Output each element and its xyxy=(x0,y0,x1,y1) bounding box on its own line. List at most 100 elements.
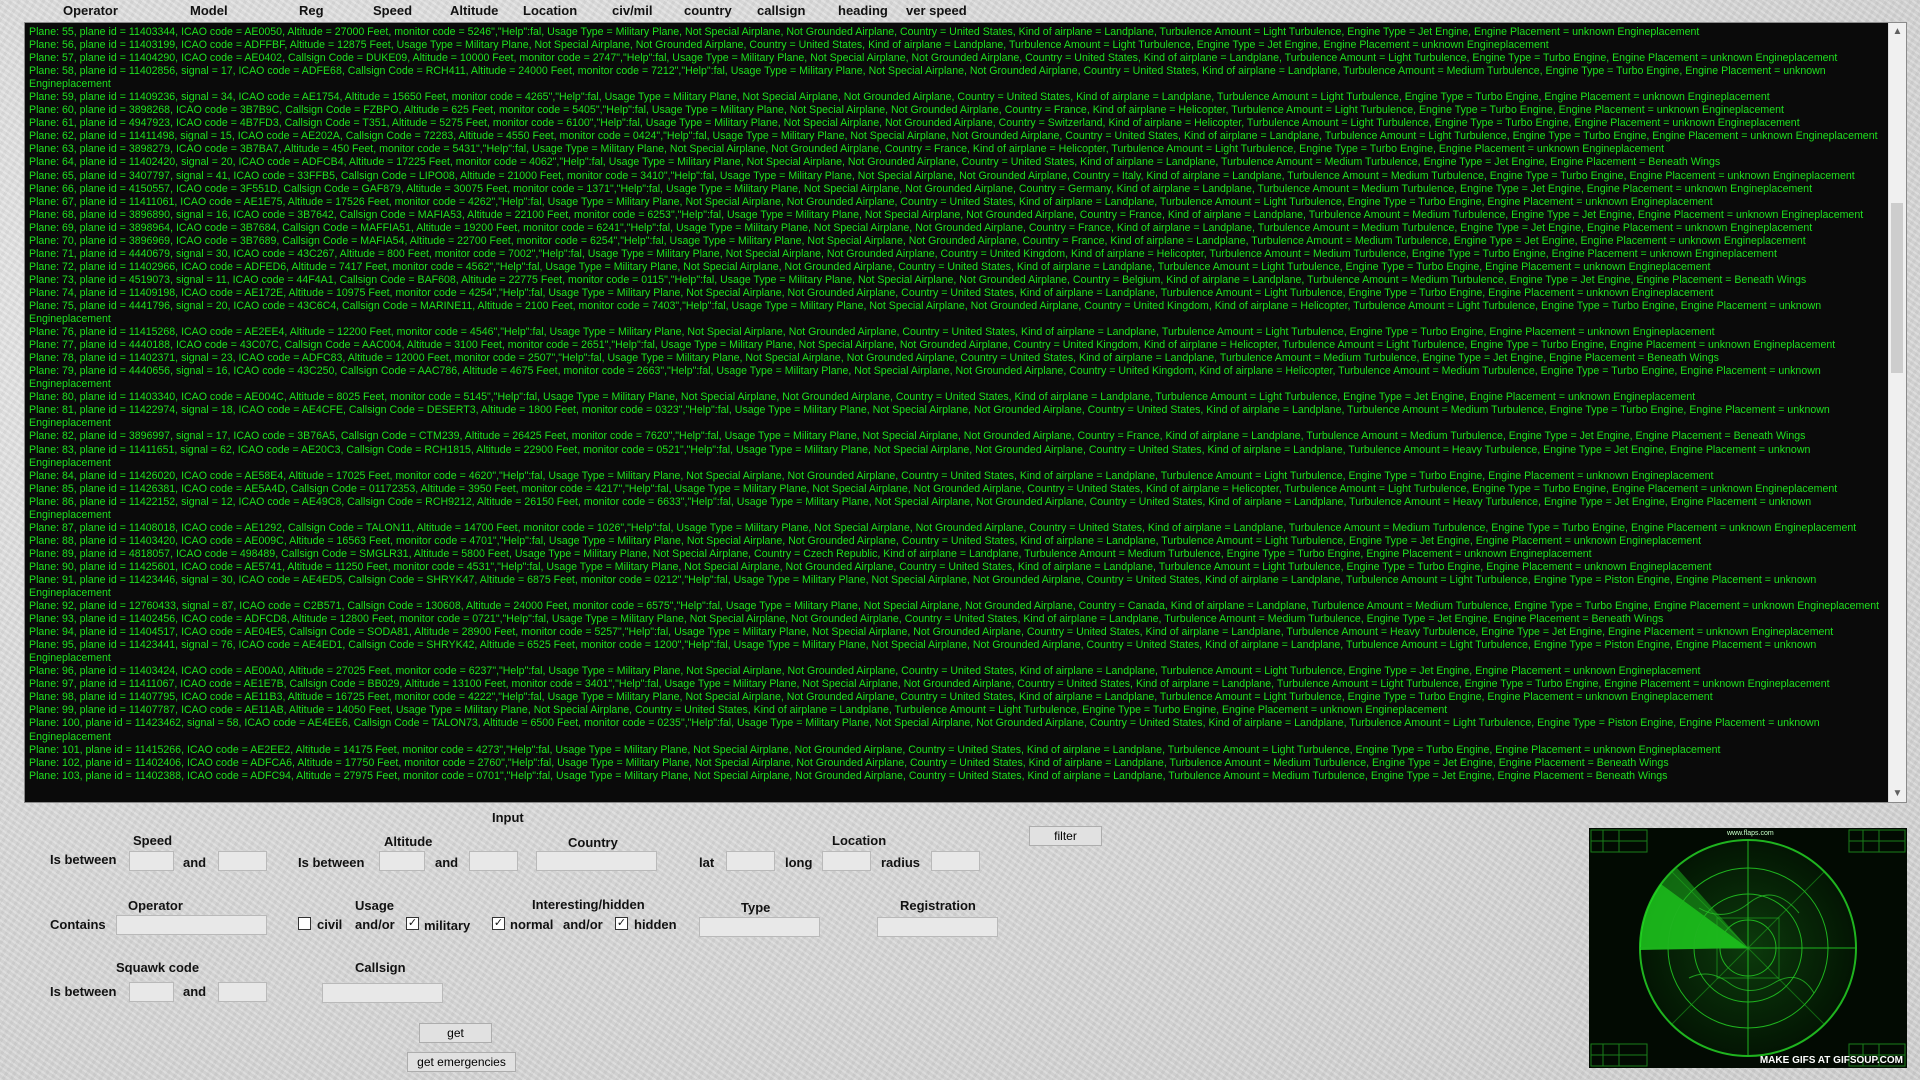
scroll-up-icon[interactable]: ▲ xyxy=(1889,23,1906,40)
log-line: Plane: 74, plane id = 11409198, ICAO cod… xyxy=(29,286,1714,299)
civil-checkbox[interactable] xyxy=(298,917,311,930)
interesting-andor: and/or xyxy=(563,917,603,932)
log-line: Plane: 84, plane id = 11426020, ICAO cod… xyxy=(29,469,1714,482)
speed-prefix: Is between xyxy=(50,852,117,867)
speed-max-input[interactable] xyxy=(218,851,267,871)
radar-display: www.flaps.com MAKE GIFS AT GIFSOUP.COM xyxy=(1589,828,1907,1068)
log-line: Plane: 76, plane id = 11415268, ICAO cod… xyxy=(29,326,1715,339)
log-line: Plane: 69, plane id = 3898964, ICAO code… xyxy=(29,221,1813,234)
plane-log-textbox[interactable]: Plane: 55, plane id = 11403344, ICAO cod… xyxy=(24,22,1907,803)
log-line: Plane: 103, plane id = 11402388, ICAO co… xyxy=(29,769,1668,782)
get-button[interactable]: get xyxy=(419,1023,492,1043)
registration-input[interactable] xyxy=(877,917,998,937)
log-line: Plane: 59, plane id = 11409236, signal =… xyxy=(29,91,1770,104)
altitude-and: and xyxy=(435,855,459,870)
log-line: Plane: 98, plane id = 11407795, ICAO cod… xyxy=(29,691,1713,704)
log-line: Plane: 64, plane id = 11402420, signal =… xyxy=(29,156,1721,169)
plane-log-lines: Plane: 55, plane id = 11403344, ICAO cod… xyxy=(29,26,1888,802)
log-line: Plane: 61, plane id = 4947923, ICAO code… xyxy=(29,117,1800,130)
log-line: Plane: 91, plane id = 11423446, signal =… xyxy=(29,573,1817,600)
hidden-label: hidden xyxy=(634,917,677,932)
log-line: Plane: 83, plane id = 11411651, signal =… xyxy=(29,443,1811,469)
normal-label: normal xyxy=(510,917,554,932)
callsign-input[interactable] xyxy=(322,983,443,1003)
radius-input[interactable] xyxy=(931,851,980,871)
speed-and: and xyxy=(183,855,207,870)
log-line: Plane: 94, plane id = 11404517, ICAO cod… xyxy=(29,626,1834,639)
log-line: Plane: 95, plane id = 11423441, signal =… xyxy=(29,639,1817,665)
col-altitude[interactable]: Altitude xyxy=(450,3,498,18)
log-line: Plane: 78, plane id = 11402371, signal =… xyxy=(29,352,1719,365)
col-model[interactable]: Model xyxy=(190,3,228,18)
col-speed[interactable]: Speed xyxy=(373,3,412,18)
col-civmil[interactable]: civ/mil xyxy=(612,3,652,18)
log-line: Plane: 101, plane id = 11415266, ICAO co… xyxy=(29,743,1721,756)
log-line: Plane: 100, plane id = 11423462, signal … xyxy=(29,717,1820,743)
col-country[interactable]: country xyxy=(684,3,732,18)
scroll-down-icon[interactable]: ▼ xyxy=(1889,785,1906,802)
log-line: Plane: 73, plane id = 4519073, signal = … xyxy=(29,273,1807,286)
col-heading[interactable]: heading xyxy=(838,3,888,18)
squawk-prefix: Is between xyxy=(50,984,117,999)
log-line: Plane: 75, plane id = 4441796, signal = … xyxy=(29,299,1822,326)
country-input[interactable] xyxy=(536,851,657,871)
scroll-thumb[interactable] xyxy=(1891,203,1903,373)
log-line: Plane: 65, plane id = 3407797, signal = … xyxy=(29,169,1855,182)
log-scrollbar[interactable]: ▲ ▼ xyxy=(1888,23,1906,802)
log-line: Plane: 81, plane id = 11422974, signal =… xyxy=(29,404,1830,430)
col-ver-speed[interactable]: ver speed xyxy=(906,3,967,18)
col-operator[interactable]: Operator xyxy=(63,3,118,18)
log-line: Plane: 77, plane id = 4440188, ICAO code… xyxy=(29,339,1836,352)
log-line: Plane: 85, plane id = 11426381, ICAO cod… xyxy=(29,482,1838,495)
col-reg[interactable]: Reg xyxy=(299,3,324,18)
col-callsign[interactable]: callsign xyxy=(757,3,805,18)
interesting-hidden-label: Interesting/hidden xyxy=(532,897,645,912)
log-line: Plane: 89, plane id = 4818057, ICAO code… xyxy=(29,547,1592,560)
callsign-label: Callsign xyxy=(355,960,406,975)
log-line: Plane: 70, plane id = 3896969, ICAO code… xyxy=(29,234,1806,247)
type-input[interactable] xyxy=(699,917,820,937)
log-line: Plane: 63, plane id = 3898279, ICAO code… xyxy=(29,143,1665,156)
operator-prefix: Contains xyxy=(50,917,106,932)
altitude-min-input[interactable] xyxy=(379,851,425,871)
log-line: Plane: 93, plane id = 11402456, ICAO cod… xyxy=(29,613,1664,626)
registration-label: Registration xyxy=(900,898,976,913)
location-label: Location xyxy=(832,833,887,848)
operator-input[interactable] xyxy=(116,915,267,935)
usage-andor: and/or xyxy=(355,917,395,932)
altitude-max-input[interactable] xyxy=(469,851,518,871)
radar-caption: MAKE GIFS AT GIFSOUP.COM xyxy=(1759,1055,1903,1066)
squawk-max-input[interactable] xyxy=(218,982,267,1002)
military-checkbox[interactable]: ✓ xyxy=(406,917,419,930)
country-label: Country xyxy=(568,835,618,850)
log-line: Plane: 86, plane id = 11422152, signal =… xyxy=(29,495,1812,521)
log-line: Plane: 62, plane id = 11411498, signal =… xyxy=(29,130,1878,143)
log-line: Plane: 79, plane id = 4440656, signal = … xyxy=(29,365,1821,391)
radar-scope xyxy=(1589,828,1907,1068)
radius-label: radius xyxy=(881,855,921,870)
filter-button[interactable]: filter xyxy=(1029,826,1102,846)
log-line: Plane: 97, plane id = 11411067, ICAO cod… xyxy=(29,678,1830,691)
log-line: Plane: 71, plane id = 4440679, signal = … xyxy=(29,247,1777,260)
col-location[interactable]: Location xyxy=(523,3,577,18)
log-line: Plane: 58, plane id = 11402856, signal =… xyxy=(29,65,1826,91)
normal-checkbox[interactable]: ✓ xyxy=(492,917,505,930)
log-line: Plane: 57, plane id = 11404290, ICAO cod… xyxy=(29,52,1838,65)
type-label: Type xyxy=(741,900,771,915)
long-input[interactable] xyxy=(822,851,871,871)
log-line: Plane: 82, plane id = 3896997, signal = … xyxy=(29,430,1806,443)
input-title: Input xyxy=(492,810,524,825)
squawk-min-input[interactable] xyxy=(129,982,174,1002)
log-line: Plane: 102, plane id = 11402406, ICAO co… xyxy=(29,756,1669,769)
log-line: Plane: 55, plane id = 11403344, ICAO cod… xyxy=(29,26,1700,38)
get-emergencies-button[interactable]: get emergencies xyxy=(407,1052,516,1072)
lat-input[interactable] xyxy=(726,851,775,871)
hidden-checkbox[interactable]: ✓ xyxy=(615,917,628,930)
log-line: Plane: 99, plane id = 11407787, ICAO cod… xyxy=(29,704,1448,717)
speed-label: Speed xyxy=(133,833,173,848)
speed-min-input[interactable] xyxy=(129,851,174,871)
usage-label: Usage xyxy=(355,898,395,913)
altitude-label: Altitude xyxy=(384,834,433,849)
civil-label: civil xyxy=(317,917,343,932)
log-line: Plane: 90, plane id = 11425601, ICAO cod… xyxy=(29,560,1712,573)
